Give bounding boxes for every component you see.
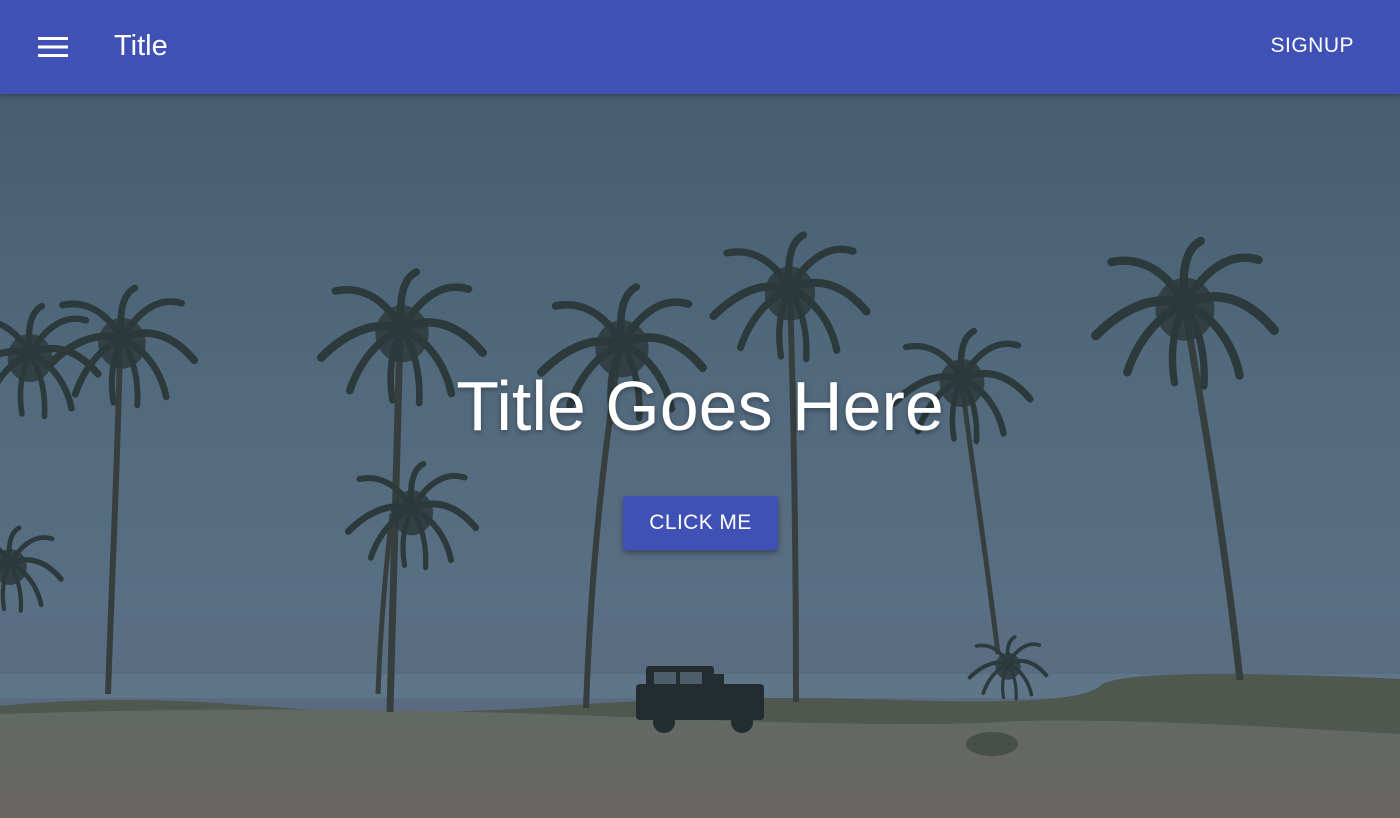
click-me-button[interactable]: CLICK ME [623,496,778,550]
hamburger-menu-icon [38,37,68,57]
app-title: Title [114,30,168,62]
hero-section: Title Goes Here CLICK ME [0,94,1400,818]
signup-button[interactable]: SIGNUP [1260,28,1364,64]
hero-overlay [0,94,1400,818]
menu-button[interactable] [28,24,78,70]
app-bar: Title SIGNUP [0,0,1400,94]
hero-title: Title Goes Here [456,367,944,445]
